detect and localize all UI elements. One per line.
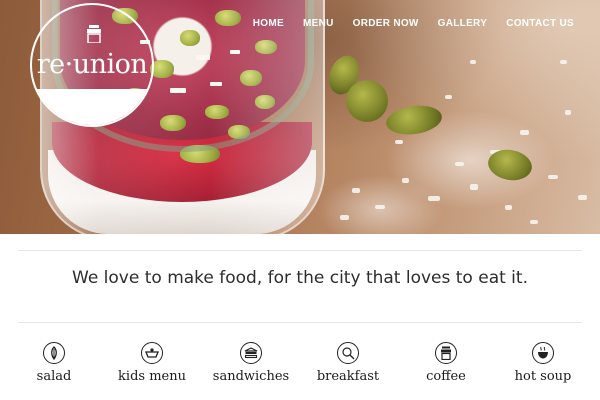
kids-menu-icon — [141, 342, 163, 364]
category-label: kids menu — [118, 369, 186, 384]
category-salad[interactable]: salad — [26, 342, 82, 384]
coconut-flake — [402, 178, 409, 183]
tagline: We love to make food, for the city that … — [72, 268, 528, 288]
category-coffee[interactable]: coffee — [418, 342, 474, 384]
pistachio — [346, 80, 388, 122]
coconut-flake — [578, 195, 587, 200]
coconut-flake — [505, 205, 512, 210]
category-sandwiches[interactable]: sandwiches — [206, 342, 296, 384]
nav-home[interactable]: HOME — [253, 18, 284, 29]
category-label: coffee — [426, 369, 466, 384]
divider-bottom — [18, 322, 582, 323]
coconut-flake — [560, 60, 567, 64]
nav-gallery[interactable]: GALLERY — [438, 18, 488, 29]
coconut-flake — [565, 110, 571, 115]
sandwich-icon — [240, 342, 262, 364]
logo-text: re·union — [36, 49, 148, 80]
logo-base — [32, 89, 152, 125]
category-kids-menu[interactable]: kids menu — [112, 342, 192, 384]
coconut-flake — [428, 196, 440, 201]
category-label: sandwiches — [212, 369, 290, 384]
coconut-flake — [455, 162, 464, 166]
category-label: hot soup — [514, 369, 572, 384]
grinder-icon — [87, 25, 101, 43]
coconut-flake — [530, 220, 538, 224]
coconut-flake — [470, 60, 476, 64]
site-logo[interactable]: re·union — [30, 3, 154, 127]
category-hot-soup[interactable]: hot soup — [508, 342, 578, 384]
coffee-icon — [435, 342, 457, 364]
category-label: salad — [36, 369, 72, 384]
menu-categories: salad kids menu sandwiches breakfast cof… — [0, 342, 600, 392]
nav-contact-us[interactable]: CONTACT US — [506, 18, 574, 29]
coconut-flake — [548, 175, 558, 179]
main-nav: HOME MENU ORDER NOW GALLERY CONTACT US — [253, 18, 574, 29]
hot-soup-icon — [532, 342, 554, 364]
coconut-flake — [445, 95, 452, 99]
coconut-flake — [340, 215, 349, 220]
category-breakfast[interactable]: breakfast — [312, 342, 384, 384]
nav-order-now[interactable]: ORDER NOW — [353, 18, 419, 29]
divider-top — [18, 250, 582, 251]
hero-image: re·union HOME MENU ORDER NOW GALLERY CON… — [0, 0, 600, 234]
coconut-flake — [520, 130, 529, 135]
coconut-flake — [375, 205, 385, 209]
salad-icon — [43, 342, 65, 364]
coconut-flake — [470, 184, 478, 190]
breakfast-icon — [337, 342, 359, 364]
category-label: breakfast — [316, 369, 380, 384]
coconut-flake — [395, 140, 403, 144]
coconut-flake — [352, 188, 360, 193]
nav-menu[interactable]: MENU — [303, 18, 334, 29]
